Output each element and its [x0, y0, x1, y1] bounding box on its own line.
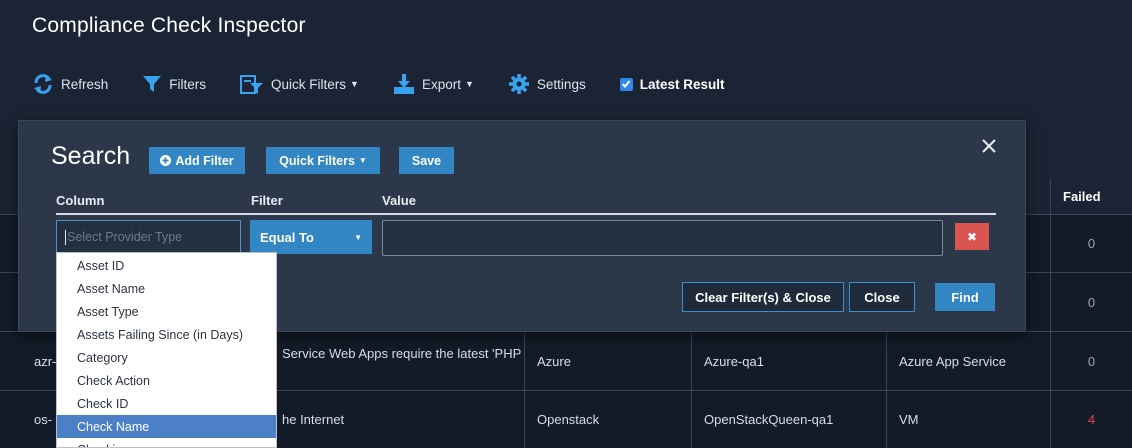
- latest-result-toggle[interactable]: Latest Result: [619, 76, 725, 92]
- dropdown-option-asset-type[interactable]: Asset Type: [57, 300, 276, 323]
- settings-button[interactable]: Settings: [508, 73, 586, 95]
- quick-filter-icon: [240, 75, 264, 94]
- filters-button[interactable]: Filters: [142, 74, 206, 94]
- app-title: Compliance Check Inspector: [32, 14, 306, 37]
- clear-filters-close-label: Clear Filter(s) & Close: [695, 289, 831, 305]
- value-label: Value: [382, 193, 416, 208]
- export-label: Export: [421, 76, 461, 92]
- failed-count: 4: [1050, 391, 1132, 448]
- close-label: Close: [864, 289, 900, 305]
- failed-count: 0: [1050, 215, 1132, 272]
- quick-filters-button[interactable]: Quick Filters ▼: [240, 73, 359, 95]
- chevron-down-icon: ▼: [358, 156, 367, 165]
- refresh-icon: [34, 74, 52, 94]
- failed-count: 0: [1050, 273, 1132, 331]
- save-button[interactable]: Save: [399, 147, 454, 174]
- clear-filters-close-button[interactable]: Clear Filter(s) & Close: [682, 282, 844, 312]
- latest-result-label: Latest Result: [639, 76, 725, 92]
- filters-label: Filters: [169, 76, 207, 92]
- checkmark-icon: [621, 80, 631, 88]
- text-cursor: [65, 229, 66, 245]
- toolbar: Refresh Filters Quick Filters ▼ Export ▼: [32, 70, 724, 98]
- failed-column-header[interactable]: Failed: [1050, 178, 1132, 214]
- export-button[interactable]: Export ▼: [393, 73, 474, 95]
- chevron-down-icon: ▼: [354, 232, 362, 242]
- chevron-down-icon: ▼: [350, 79, 359, 89]
- close-button[interactable]: Close: [849, 282, 915, 312]
- settings-label: Settings: [536, 76, 586, 92]
- quick-filters-dropdown-button[interactable]: Quick Filters ▼: [266, 147, 380, 174]
- column-dropdown-list: Asset ID Asset Name Asset Type Assets Fa…: [56, 252, 277, 448]
- value-input[interactable]: [382, 220, 943, 256]
- asset-type-cell: Azure App Service: [886, 332, 1050, 390]
- dropdown-option-asset-name[interactable]: Asset Name: [57, 277, 276, 300]
- dropdown-option-partial[interactable]: Checking...: [57, 438, 276, 448]
- account-cell: OpenStackQueen-qa1: [691, 391, 886, 448]
- find-button[interactable]: Find: [935, 283, 995, 311]
- divider: [56, 213, 996, 215]
- quick-filters-label: Quick Filters: [271, 76, 347, 92]
- find-label: Find: [951, 289, 979, 305]
- close-icon: ✖: [966, 229, 978, 244]
- remove-filter-button[interactable]: ✖: [955, 223, 989, 250]
- filter-label: Filter: [251, 193, 283, 208]
- failed-count: 0: [1050, 332, 1132, 390]
- account-cell: Azure-qa1: [691, 332, 886, 390]
- search-title: Search: [51, 142, 131, 170]
- close-icon[interactable]: [980, 137, 998, 155]
- dropdown-option-check-name[interactable]: Check Name: [57, 415, 276, 438]
- filter-icon: [143, 76, 162, 92]
- dropdown-option-check-id[interactable]: Check ID: [57, 392, 276, 415]
- dropdown-option-check-action[interactable]: Check Action: [57, 369, 276, 392]
- refresh-button[interactable]: Refresh: [32, 73, 108, 95]
- gear-icon: [508, 74, 529, 94]
- chevron-down-icon: ▼: [465, 79, 474, 89]
- column-select-placeholder: Select Provider Type: [67, 230, 183, 244]
- dropdown-option-asset-id[interactable]: Asset ID: [57, 254, 276, 277]
- provider-cell: Openstack: [524, 391, 691, 448]
- export-icon: [393, 74, 414, 94]
- check-name-cell: he Internet: [282, 412, 345, 427]
- refresh-label: Refresh: [61, 76, 109, 92]
- column-select-input[interactable]: Select Provider Type: [56, 220, 241, 254]
- plus-circle-icon: [160, 155, 172, 166]
- check-name-cell: Service Web Apps require the latest 'PHP: [282, 346, 522, 361]
- column-label: Column: [56, 193, 105, 208]
- dropdown-option-assets-failing-since[interactable]: Assets Failing Since (in Days): [57, 323, 276, 346]
- filter-operator-select[interactable]: Equal To ▼: [250, 220, 372, 254]
- provider-cell: Azure: [524, 332, 691, 390]
- latest-result-checkbox[interactable]: [619, 77, 633, 91]
- save-label: Save: [411, 153, 442, 168]
- add-filter-label: Add Filter: [175, 153, 234, 168]
- dropdown-option-category[interactable]: Category: [57, 346, 276, 369]
- asset-type-cell: VM: [886, 391, 1050, 448]
- filter-operator-value: Equal To: [260, 229, 314, 245]
- quick-filters-dropdown-label: Quick Filters: [279, 153, 355, 168]
- add-filter-button[interactable]: Add Filter: [149, 147, 245, 174]
